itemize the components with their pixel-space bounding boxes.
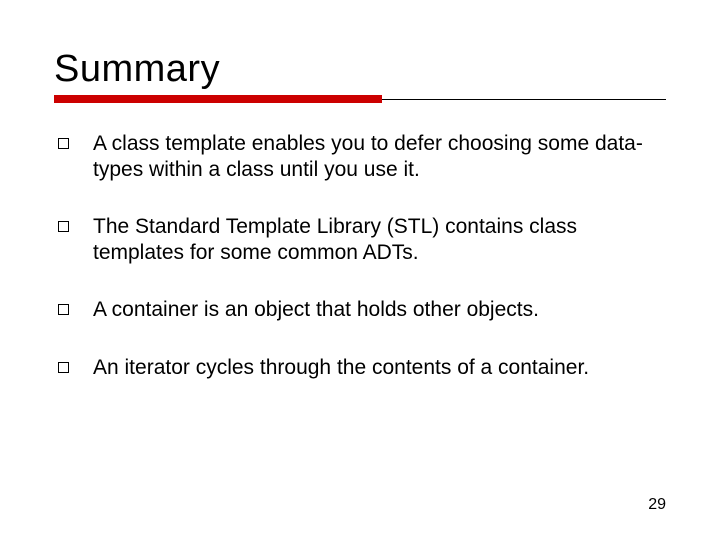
bullet-text: The Standard Template Library (STL) cont…: [93, 214, 666, 265]
page-number: 29: [648, 496, 666, 514]
list-item: A class template enables you to defer ch…: [54, 131, 666, 182]
bullet-text: A container is an object that holds othe…: [93, 297, 539, 323]
square-bullet-icon: [58, 138, 69, 149]
list-item: The Standard Template Library (STL) cont…: [54, 214, 666, 265]
list-item: An iterator cycles through the contents …: [54, 355, 666, 381]
title-underline: [54, 95, 666, 105]
square-bullet-icon: [58, 221, 69, 232]
bullet-text: An iterator cycles through the contents …: [93, 355, 589, 381]
bullet-list: A class template enables you to defer ch…: [54, 131, 666, 381]
square-bullet-icon: [58, 362, 69, 373]
slide-title: Summary: [54, 48, 666, 91]
list-item: A container is an object that holds othe…: [54, 297, 666, 323]
title-underline-red: [54, 95, 382, 103]
bullet-text: A class template enables you to defer ch…: [93, 131, 666, 182]
square-bullet-icon: [58, 304, 69, 315]
slide-container: Summary A class template enables you to …: [0, 0, 720, 381]
